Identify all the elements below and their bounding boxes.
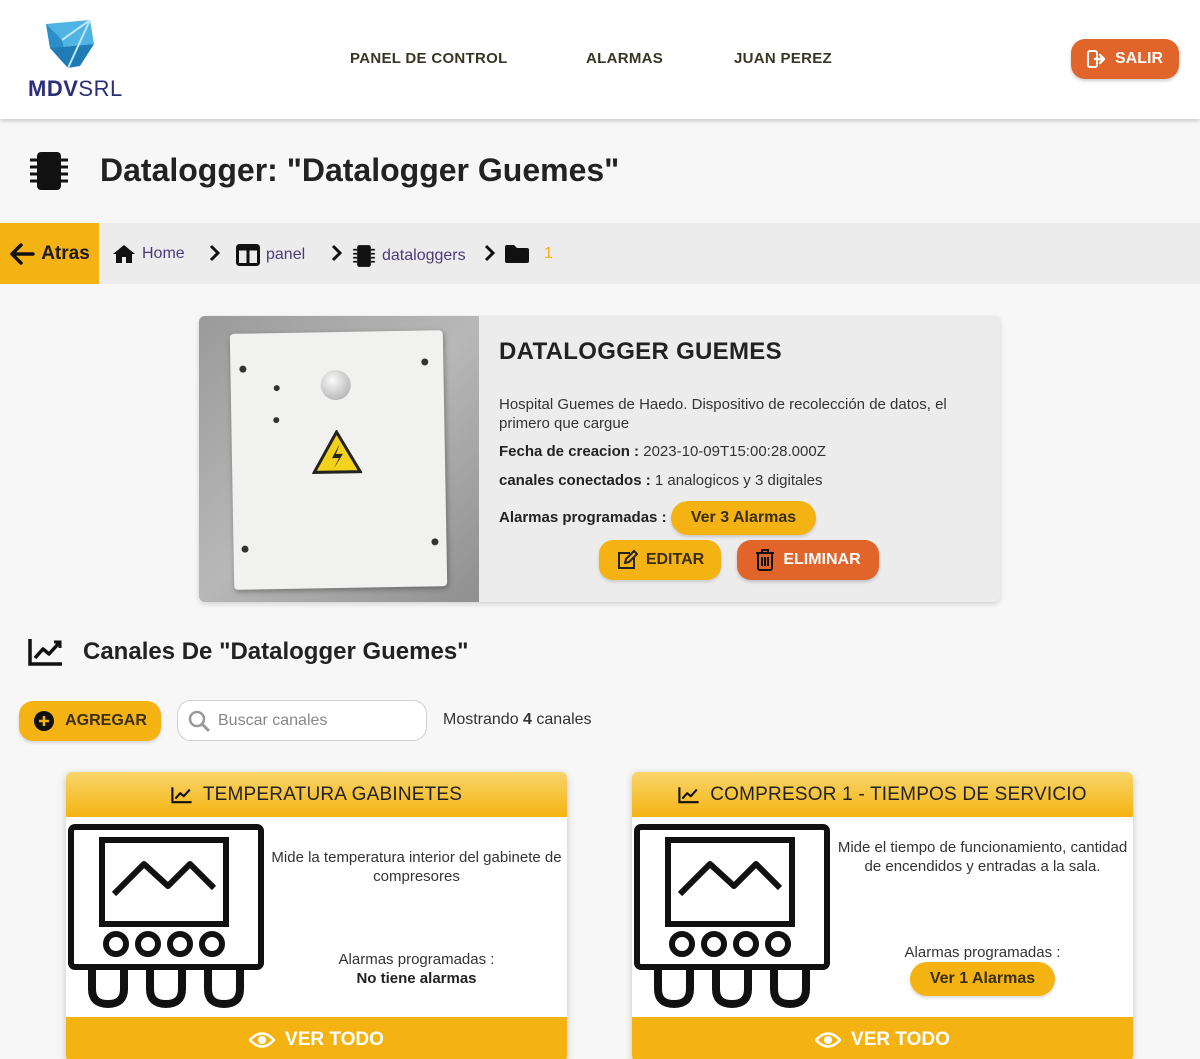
channel-card-header: COMPRESOR 1 - TIEMPOS DE SERVICIO: [632, 772, 1133, 817]
device-created-label: Fecha de creacion :: [499, 443, 640, 460]
eye-icon: [815, 1031, 842, 1048]
device-description: Hospital Guemes de Haedo. Dispositivo de…: [499, 396, 947, 432]
results-count: Mostrando 4 canales: [443, 711, 592, 728]
device-created: Fecha de creacion : 2023-10-09T15:00:28.…: [499, 443, 826, 460]
logout-icon: [1087, 50, 1106, 68]
device-photo: [199, 316, 479, 602]
company-logo[interactable]: MDVSRL: [28, 20, 122, 101]
edit-icon: [617, 550, 638, 569]
breadcrumb-dataloggers-label: dataloggers: [382, 247, 466, 264]
channel-description: Mide el tiempo de funcionamiento, cantid…: [837, 839, 1128, 875]
channel-title: TEMPERATURA GABINETES: [202, 783, 463, 805]
logout-button[interactable]: SALIR: [1071, 39, 1179, 79]
back-button[interactable]: Atras: [0, 223, 99, 284]
top-navbar: MDVSRL PANEL DE CONTROL ALARMAS JUAN PER…: [0, 0, 1200, 119]
channel-search: [177, 700, 427, 741]
nav-user-name[interactable]: JUAN PEREZ: [734, 50, 832, 67]
device-card: DATALOGGER GUEMES Hospital Guemes de Hae…: [199, 316, 1000, 602]
high-voltage-icon: [311, 429, 363, 474]
edit-button[interactable]: EDITAR: [599, 540, 721, 580]
plus-circle-icon: [34, 711, 55, 731]
nav-alarmas[interactable]: ALARMAS: [586, 50, 663, 67]
sensor-device-icon: [634, 824, 830, 1009]
nav-panel-de-control[interactable]: PANEL DE CONTROL: [350, 50, 508, 67]
chevron-right-icon: [484, 244, 496, 262]
breadcrumb-home[interactable]: Home: [112, 244, 185, 264]
results-count-number: 4: [523, 711, 532, 728]
chart-line-icon: [28, 639, 62, 666]
logout-label: SALIR: [1115, 50, 1163, 67]
folder-icon: [505, 245, 529, 263]
add-channel-button[interactable]: AGREGAR: [19, 701, 161, 741]
device-channels-label: canales conectados :: [499, 472, 651, 489]
channels-section-title: Canales De "Datalogger Guemes": [83, 638, 469, 665]
breadcrumb-current-label: 1: [544, 245, 553, 262]
channel-title: COMPRESOR 1 - TIEMPOS DE SERVICIO: [710, 783, 1087, 805]
channel-description: Mide la temperatura interior del gabinet…: [271, 849, 562, 885]
view-alarms-button[interactable]: Ver 3 Alarmas: [671, 501, 816, 535]
edit-label: EDITAR: [645, 551, 705, 568]
eye-icon: [249, 1031, 276, 1048]
breadcrumb-current: 1: [504, 244, 553, 264]
breadcrumb-panel-label: panel: [266, 246, 306, 263]
device-enclosure-image: [229, 330, 448, 590]
view-all-button[interactable]: VER TODO: [632, 1017, 1133, 1059]
delete-label: ELIMINAR: [783, 551, 861, 568]
channel-alarms-label: Alarmas programadas :: [904, 944, 1061, 961]
home-icon: [113, 245, 135, 263]
view-all-label: VER TODO: [285, 1028, 384, 1050]
breadcrumb-dataloggers[interactable]: dataloggers: [352, 244, 466, 268]
breadcrumb-panel[interactable]: panel: [236, 244, 305, 266]
chart-line-icon: [678, 786, 699, 803]
channel-card-header: TEMPERATURA GABINETES: [66, 772, 567, 817]
device-name: DATALOGGER GUEMES: [499, 338, 782, 365]
channel-alarms-label: Alarmas programadas :: [338, 951, 495, 968]
trash-icon: [756, 549, 775, 571]
view-all-button[interactable]: VER TODO: [66, 1017, 567, 1059]
device-alarms: Alarmas programadas :: [499, 509, 667, 526]
channel-alarms-value: No tiene alarmas: [356, 970, 477, 987]
chevron-right-icon: [331, 244, 343, 262]
delete-button[interactable]: ELIMINAR: [737, 540, 879, 580]
chip-icon: [30, 152, 68, 190]
breadcrumb-home-label: Home: [142, 245, 185, 262]
view-all-label: VER TODO: [851, 1028, 950, 1050]
chart-line-icon: [171, 786, 192, 803]
chevron-right-icon: [209, 244, 221, 262]
arrow-left-icon: [10, 242, 35, 265]
search-icon: [188, 710, 210, 731]
device-alarms-label: Alarmas programadas :: [499, 509, 667, 526]
device-created-value: 2023-10-09T15:00:28.000Z: [643, 443, 826, 460]
logo-cube-icon: [46, 20, 94, 69]
search-input[interactable]: [218, 711, 408, 730]
device-channels: canales conectados : 1 analogicos y 3 di…: [499, 472, 823, 489]
view-alarms-button[interactable]: Ver 1 Alarmas: [910, 962, 1055, 996]
back-label: Atras: [41, 242, 90, 264]
add-channel-label: AGREGAR: [65, 712, 147, 729]
panel-icon: [236, 244, 260, 266]
channel-card: TEMPERATURA GABINETES Mide la temperatur…: [66, 772, 567, 1059]
channel-card: COMPRESOR 1 - TIEMPOS DE SERVICIO Mide e…: [632, 772, 1133, 1059]
chip-icon: [353, 245, 375, 267]
page-title: Datalogger: "Datalogger Guemes": [100, 152, 620, 188]
sensor-device-icon: [68, 824, 264, 1009]
device-channels-value: 1 analogicos y 3 digitales: [654, 472, 823, 489]
logo-text: MDVSRL: [28, 76, 123, 101]
